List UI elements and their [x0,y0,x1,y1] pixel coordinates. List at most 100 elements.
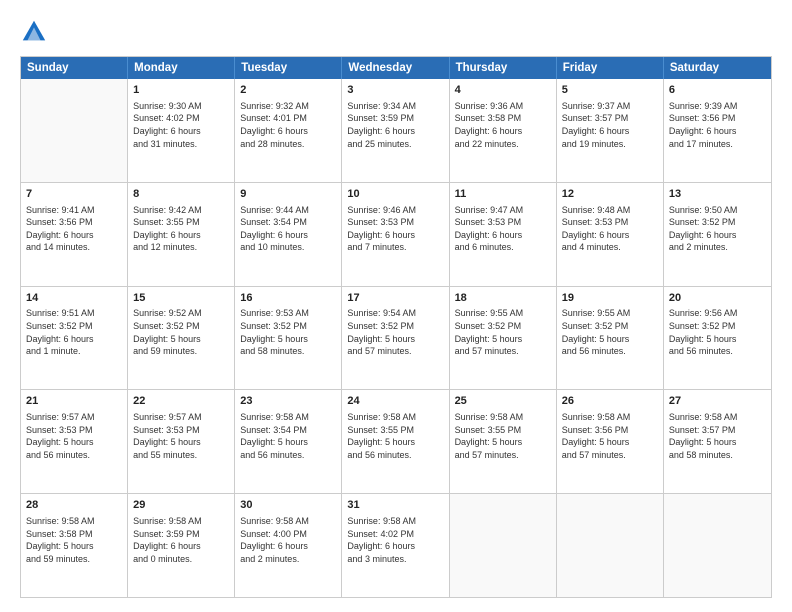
cal-day-empty [450,494,557,597]
cal-day-13: 13 Sunrise: 9:50 AM Sunset: 3:52 PM Dayli… [664,183,771,286]
cal-day-22: 22 Sunrise: 9:57 AM Sunset: 3:53 PM Dayli… [128,390,235,493]
cal-day-21: 21Sunrise: 9:57 AM Sunset: 3:53 PM Dayli… [21,390,128,493]
day-info: Sunrise: 9:46 AM Sunset: 3:53 PM Dayligh… [347,204,443,254]
day-number: 17 [347,291,443,306]
day-info: Sunrise: 9:55 AM Sunset: 3:52 PM Dayligh… [455,307,551,357]
day-info: Sunrise: 9:56 AM Sunset: 3:52 PM Dayligh… [669,307,766,357]
cal-day-6: 6 Sunrise: 9:39 AM Sunset: 3:56 PM Daylig… [664,79,771,182]
cal-day-26: 26 Sunrise: 9:58 AM Sunset: 3:56 PM Dayli… [557,390,664,493]
cal-day-28: 28 Sunrise: 9:58 AM Sunset: 3:58 PM Dayli… [21,494,128,597]
day-number: 6 [669,83,766,98]
day-number: 27 [669,394,766,409]
day-info: Sunrise: 9:58 AM Sunset: 4:02 PM Dayligh… [347,515,443,565]
day-info: Sunrise: 9:48 AM Sunset: 3:53 PM Dayligh… [562,204,658,254]
logo-icon [20,18,48,46]
cal-day-3: 3 Sunrise: 9:34 AM Sunset: 3:59 PM Daylig… [342,79,449,182]
header [20,18,772,46]
cal-day-8: 8 Sunrise: 9:42 AM Sunset: 3:55 PM Daylig… [128,183,235,286]
cal-day-10: 10 Sunrise: 9:46 AM Sunset: 3:53 PM Dayli… [342,183,449,286]
cal-day-29: 29Sunrise: 9:58 AM Sunset: 3:59 PM Dayli… [128,494,235,597]
cal-day-9: 9 Sunrise: 9:44 AM Sunset: 3:54 PM Daylig… [235,183,342,286]
day-info: Sunrise: 9:58 AM Sunset: 3:55 PM Dayligh… [455,411,551,461]
day-number: 7 [26,187,122,202]
day-number: 10 [347,187,443,202]
cal-day-1: 1 Sunrise: 9:30 AM Sunset: 4:02 PM Daylig… [128,79,235,182]
cal-day-15: 15Sunrise: 9:52 AM Sunset: 3:52 PM Dayli… [128,287,235,390]
day-info: Sunrise: 9:58 AM Sunset: 3:56 PM Dayligh… [562,411,658,461]
day-info: Sunrise: 9:42 AM Sunset: 3:55 PM Dayligh… [133,204,229,254]
day-number: 1 [133,83,229,98]
day-info: Sunrise: 9:52 AM Sunset: 3:52 PM Dayligh… [133,307,229,357]
day-info: Sunrise: 9:58 AM Sunset: 4:00 PM Dayligh… [240,515,336,565]
cal-day-7: 7 Sunrise: 9:41 AM Sunset: 3:56 PM Daylig… [21,183,128,286]
day-info: Sunrise: 9:57 AM Sunset: 3:53 PM Dayligh… [133,411,229,461]
day-info: Sunrise: 9:47 AM Sunset: 3:53 PM Dayligh… [455,204,551,254]
day-number: 31 [347,498,443,513]
calendar-header: SundayMondayTuesdayWednesdayThursdayFrid… [21,57,771,79]
cal-day-empty [21,79,128,182]
header-day-sunday: Sunday [21,57,128,79]
day-info: Sunrise: 9:51 AM Sunset: 3:52 PM Dayligh… [26,307,122,357]
day-number: 8 [133,187,229,202]
day-info: Sunrise: 9:50 AM Sunset: 3:52 PM Dayligh… [669,204,766,254]
cal-day-12: 12Sunrise: 9:48 AM Sunset: 3:53 PM Dayli… [557,183,664,286]
logo [20,18,52,46]
cal-day-23: 23 Sunrise: 9:58 AM Sunset: 3:54 PM Dayli… [235,390,342,493]
day-number: 29 [133,498,229,513]
cal-day-5: 5Sunrise: 9:37 AM Sunset: 3:57 PM Daylig… [557,79,664,182]
cal-week-2: 14Sunrise: 9:51 AM Sunset: 3:52 PM Dayli… [21,286,771,390]
cal-week-4: 28 Sunrise: 9:58 AM Sunset: 3:58 PM Dayli… [21,493,771,597]
cal-day-11: 11 Sunrise: 9:47 AM Sunset: 3:53 PM Dayli… [450,183,557,286]
calendar: SundayMondayTuesdayWednesdayThursdayFrid… [20,56,772,598]
cal-day-4: 4 Sunrise: 9:36 AM Sunset: 3:58 PM Daylig… [450,79,557,182]
day-number: 30 [240,498,336,513]
cal-day-30: 30 Sunrise: 9:58 AM Sunset: 4:00 PM Dayli… [235,494,342,597]
header-day-monday: Monday [128,57,235,79]
day-number: 4 [455,83,551,98]
day-number: 13 [669,187,766,202]
day-info: Sunrise: 9:53 AM Sunset: 3:52 PM Dayligh… [240,307,336,357]
day-info: Sunrise: 9:36 AM Sunset: 3:58 PM Dayligh… [455,100,551,150]
day-info: Sunrise: 9:58 AM Sunset: 3:54 PM Dayligh… [240,411,336,461]
day-info: Sunrise: 9:58 AM Sunset: 3:58 PM Dayligh… [26,515,122,565]
day-info: Sunrise: 9:39 AM Sunset: 3:56 PM Dayligh… [669,100,766,150]
day-number: 9 [240,187,336,202]
day-info: Sunrise: 9:30 AM Sunset: 4:02 PM Dayligh… [133,100,229,150]
cal-day-24: 24 Sunrise: 9:58 AM Sunset: 3:55 PM Dayli… [342,390,449,493]
cal-day-empty [557,494,664,597]
day-number: 14 [26,291,122,306]
day-info: Sunrise: 9:58 AM Sunset: 3:57 PM Dayligh… [669,411,766,461]
day-info: Sunrise: 9:58 AM Sunset: 3:55 PM Dayligh… [347,411,443,461]
day-number: 20 [669,291,766,306]
day-info: Sunrise: 9:32 AM Sunset: 4:01 PM Dayligh… [240,100,336,150]
cal-day-27: 27 Sunrise: 9:58 AM Sunset: 3:57 PM Dayli… [664,390,771,493]
day-number: 2 [240,83,336,98]
day-number: 3 [347,83,443,98]
calendar-body: 1 Sunrise: 9:30 AM Sunset: 4:02 PM Daylig… [21,79,771,597]
cal-day-19: 19Sunrise: 9:55 AM Sunset: 3:52 PM Dayli… [557,287,664,390]
header-day-saturday: Saturday [664,57,771,79]
cal-day-16: 16Sunrise: 9:53 AM Sunset: 3:52 PM Dayli… [235,287,342,390]
day-number: 28 [26,498,122,513]
day-info: Sunrise: 9:41 AM Sunset: 3:56 PM Dayligh… [26,204,122,254]
cal-day-18: 18Sunrise: 9:55 AM Sunset: 3:52 PM Dayli… [450,287,557,390]
header-day-wednesday: Wednesday [342,57,449,79]
day-number: 23 [240,394,336,409]
cal-day-31: 31 Sunrise: 9:58 AM Sunset: 4:02 PM Dayli… [342,494,449,597]
cal-day-25: 25Sunrise: 9:58 AM Sunset: 3:55 PM Dayli… [450,390,557,493]
day-number: 22 [133,394,229,409]
day-info: Sunrise: 9:55 AM Sunset: 3:52 PM Dayligh… [562,307,658,357]
day-number: 15 [133,291,229,306]
day-info: Sunrise: 9:44 AM Sunset: 3:54 PM Dayligh… [240,204,336,254]
header-day-friday: Friday [557,57,664,79]
cal-day-2: 2 Sunrise: 9:32 AM Sunset: 4:01 PM Daylig… [235,79,342,182]
header-day-thursday: Thursday [450,57,557,79]
day-info: Sunrise: 9:34 AM Sunset: 3:59 PM Dayligh… [347,100,443,150]
day-number: 26 [562,394,658,409]
day-info: Sunrise: 9:37 AM Sunset: 3:57 PM Dayligh… [562,100,658,150]
day-number: 16 [240,291,336,306]
day-number: 24 [347,394,443,409]
day-number: 11 [455,187,551,202]
cal-week-3: 21Sunrise: 9:57 AM Sunset: 3:53 PM Dayli… [21,389,771,493]
day-info: Sunrise: 9:57 AM Sunset: 3:53 PM Dayligh… [26,411,122,461]
